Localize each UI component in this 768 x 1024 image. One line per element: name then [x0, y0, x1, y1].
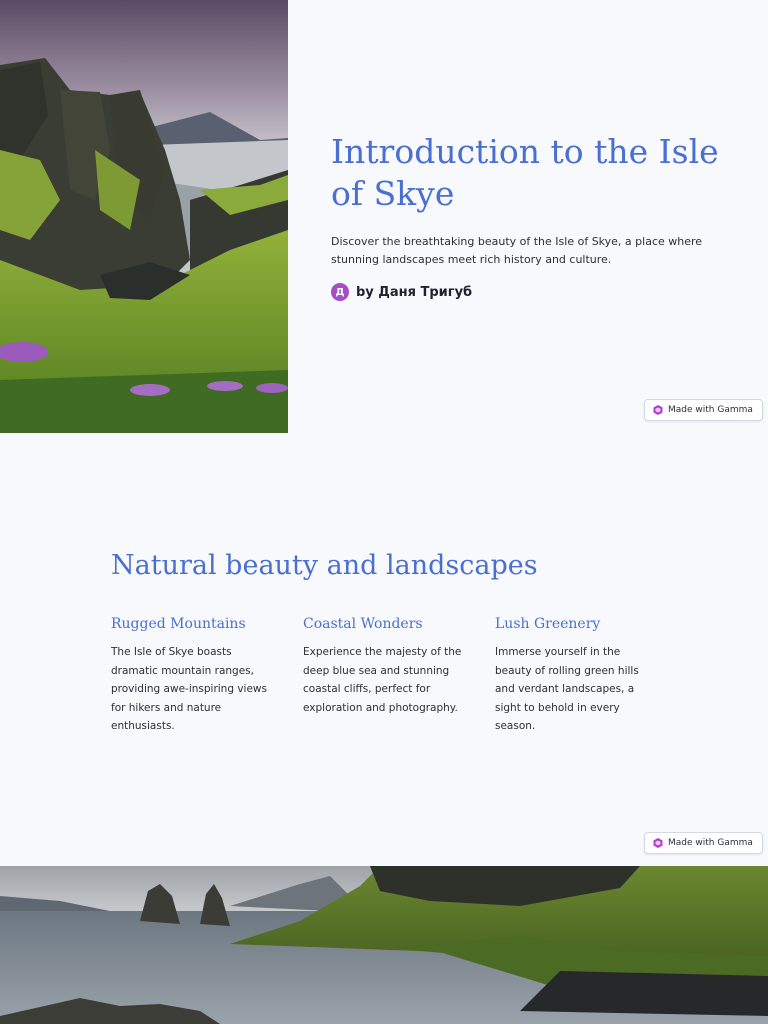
column-text: Immerse yourself in the beauty of rollin…: [495, 646, 639, 732]
badge-label: Made with Gamma: [668, 838, 753, 848]
isle-of-skye-cliffs-image: [0, 0, 288, 433]
author-line: Д by Даня Тригуб: [331, 283, 472, 301]
coastal-sea-stacks-image: [0, 866, 768, 1024]
column-lush-greenery: Lush Greenery Immerse yourself in the be…: [495, 616, 655, 736]
author-name: by Даня Тригуб: [356, 284, 473, 300]
slide-natural-beauty: Natural beauty and landscapes Rugged Mou…: [0, 433, 768, 866]
made-with-gamma-button[interactable]: Made with Gamma: [644, 832, 763, 854]
column-rugged-mountains: Rugged Mountains The Isle of Skye boasts…: [111, 616, 271, 736]
column-heading: Rugged Mountains: [111, 616, 246, 632]
slide-intro: Introduction to the Isle of Skye Discove…: [0, 0, 768, 433]
gamma-logo-icon: [653, 405, 663, 415]
slide-title: Introduction to the Isle of Skye: [331, 132, 719, 213]
slide-coastline-image: [0, 866, 768, 1024]
avatar: Д: [331, 283, 349, 301]
column-text: Experience the majesty of the deep blue …: [303, 646, 462, 714]
column-text: The Isle of Skye boasts dramatic mountai…: [111, 646, 267, 732]
gamma-logo-icon: [653, 838, 663, 848]
made-with-gamma-button[interactable]: Made with Gamma: [644, 399, 763, 421]
column-heading: Coastal Wonders: [303, 616, 423, 632]
section-title: Natural beauty and landscapes: [111, 550, 538, 581]
slide-description: Discover the breathtaking beauty of the …: [331, 235, 703, 266]
badge-label: Made with Gamma: [668, 405, 753, 415]
column-coastal-wonders: Coastal Wonders Experience the majesty o…: [303, 616, 463, 717]
column-heading: Lush Greenery: [495, 616, 601, 632]
